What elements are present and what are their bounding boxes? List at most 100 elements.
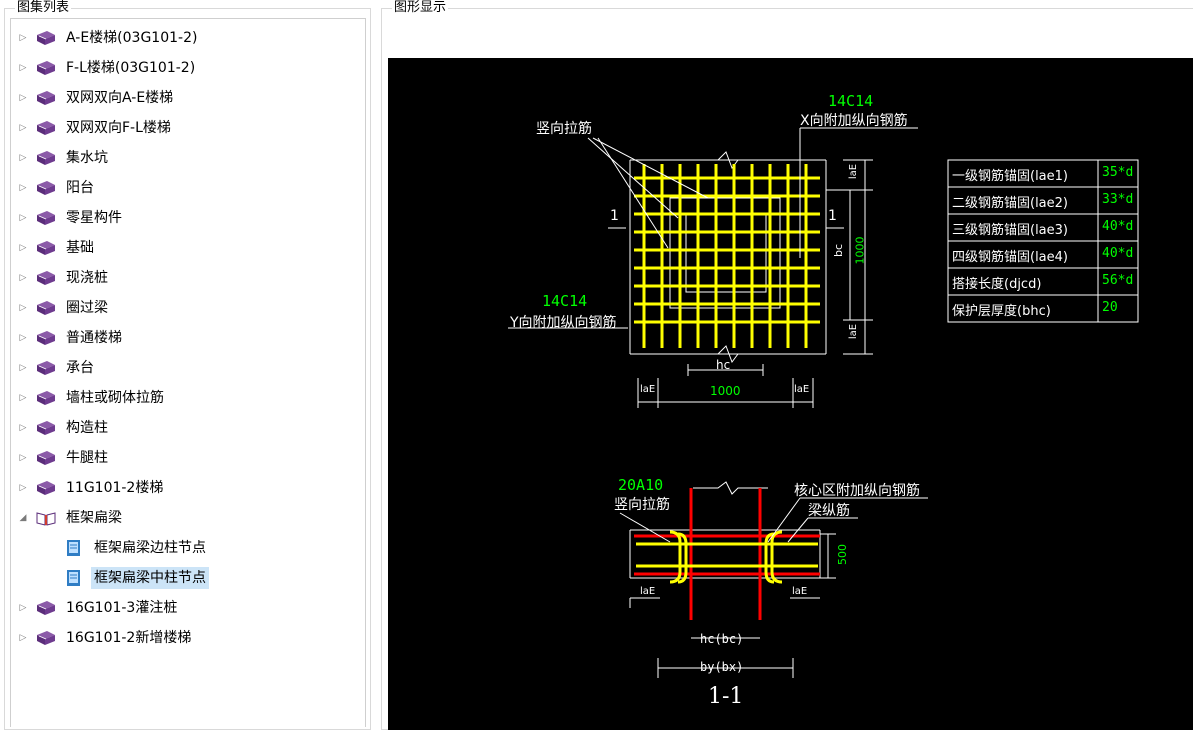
- book-icon: [35, 119, 57, 137]
- tree-item-label: 构造柱: [66, 420, 108, 436]
- param-value[interactable]: 20: [1102, 300, 1118, 315]
- expand-arrow-icon[interactable]: ▷: [17, 242, 29, 254]
- expand-arrow-icon[interactable]: ▷: [17, 332, 29, 344]
- book-icon: [35, 59, 57, 77]
- open-book-icon: [35, 509, 57, 527]
- expand-arrow-icon[interactable]: ▷: [17, 122, 29, 134]
- param-value[interactable]: 56*d: [1102, 273, 1133, 288]
- tree-item-label: 现浇桩: [66, 270, 108, 286]
- tree-item[interactable]: ▷ 构造柱: [17, 415, 111, 441]
- book-icon: [35, 299, 57, 317]
- expand-arrow-icon[interactable]: ▷: [17, 482, 29, 494]
- expanded-arrow-icon[interactable]: ◢: [17, 512, 29, 524]
- tree-item[interactable]: ▷ F-L楼梯(03G101-2): [17, 55, 198, 81]
- tree-item[interactable]: ▷ 双网双向F-L楼梯: [17, 115, 174, 141]
- dim-lae-left: laE: [640, 384, 656, 395]
- tree-item[interactable]: ▷ 牛腿柱: [17, 445, 111, 471]
- expand-arrow-icon[interactable]: ▷: [17, 422, 29, 434]
- tree-item[interactable]: ▷ 承台: [17, 355, 97, 381]
- book-icon: [35, 449, 57, 467]
- book-icon: [35, 179, 57, 197]
- tree-item-label: 零星构件: [66, 210, 122, 226]
- tree-item-label: 16G101-3灌注桩: [66, 600, 178, 616]
- param-table-grid: [947, 159, 1139, 323]
- drawing-file-icon: [65, 569, 83, 587]
- expand-arrow-icon[interactable]: ▷: [17, 272, 29, 284]
- x-bar-count-label: 14C14: [828, 92, 874, 110]
- vertical-tie-label: 竖向拉筋: [536, 121, 592, 137]
- expand-arrow-icon[interactable]: ▷: [17, 392, 29, 404]
- section-mark-left: 1: [610, 208, 619, 224]
- expand-arrow-icon[interactable]: ▷: [17, 32, 29, 44]
- expand-arrow-icon[interactable]: ▷: [17, 632, 29, 644]
- tree-item-label: 承台: [66, 360, 94, 376]
- expand-arrow-icon[interactable]: ▷: [17, 212, 29, 224]
- tree-item[interactable]: ▷ 基础: [17, 235, 97, 261]
- tree-item[interactable]: ◢ 框架扁梁: [17, 505, 125, 531]
- section-mark-right: 1: [828, 208, 837, 224]
- dim-hcbc: hc(bc): [700, 632, 744, 646]
- tree-item-label: 11G101-2楼梯: [66, 480, 164, 496]
- expand-arrow-icon[interactable]: ▷: [17, 182, 29, 194]
- expand-arrow-icon[interactable]: ▷: [17, 452, 29, 464]
- tree-item[interactable]: ▷ 11G101-2楼梯: [17, 475, 166, 501]
- tree-item-label: 框架扁梁: [66, 510, 122, 526]
- param-value[interactable]: 35*d: [1102, 165, 1133, 180]
- book-icon: [35, 419, 57, 437]
- param-value[interactable]: 40*d: [1102, 246, 1133, 261]
- tree-item[interactable]: ▷ 16G101-2新增楼梯: [17, 625, 194, 651]
- atlas-tree[interactable]: ▷ A-E楼梯(03G101-2) ▷ F-L楼梯(03G101-2) ▷ 双网双向A-E…: [10, 18, 366, 727]
- param-name: 四级钢筋锚固(lae4): [952, 250, 1068, 265]
- dim-lae-bottom: laE: [848, 323, 860, 340]
- dim-bc: bc: [832, 243, 846, 258]
- dim-hc: hc: [716, 358, 731, 372]
- dim-1000-horizontal: 1000: [710, 384, 741, 398]
- tree-item-label: 双网双向F-L楼梯: [66, 120, 171, 136]
- cad-canvas[interactable]: 竖向拉筋 14C14 X向附加纵向钢筋 1 1 14C14 Y向附加纵向钢筋 l…: [388, 58, 1193, 730]
- y-bar-count-label: 14C14: [542, 292, 588, 310]
- tree-item-label: 阳台: [66, 180, 94, 196]
- tree-item-label: 墙柱或砌体拉筋: [66, 390, 164, 406]
- tree-item[interactable]: ▷ 双网双向A-E楼梯: [17, 85, 176, 111]
- param-name: 三级钢筋锚固(lae3): [952, 223, 1068, 238]
- param-value[interactable]: 40*d: [1102, 219, 1133, 234]
- expand-arrow-icon[interactable]: ▷: [17, 362, 29, 374]
- tree-item[interactable]: ▷ 普通楼梯: [17, 325, 125, 351]
- dim-500: 500: [836, 544, 849, 565]
- book-icon: [35, 89, 57, 107]
- tree-item[interactable]: ▷ 集水坑: [17, 145, 111, 171]
- book-icon: [35, 329, 57, 347]
- expand-arrow-icon[interactable]: ▷: [17, 62, 29, 74]
- param-value[interactable]: 33*d: [1102, 192, 1133, 207]
- tree-item[interactable]: ▷ 16G101-3灌注桩: [17, 595, 180, 621]
- tree-item[interactable]: 框架扁梁边柱节点: [65, 535, 209, 561]
- tree-item[interactable]: ▷ A-E楼梯(03G101-2): [17, 25, 200, 51]
- dim-lae-right: laE: [794, 384, 810, 395]
- tree-item[interactable]: 框架扁梁中柱节点: [65, 565, 209, 591]
- tree-item[interactable]: ▷ 圈过梁: [17, 295, 111, 321]
- tree-item-label: 16G101-2新增楼梯: [66, 630, 192, 646]
- expand-arrow-icon[interactable]: ▷: [17, 92, 29, 104]
- tree-item-label: 普通楼梯: [66, 330, 122, 346]
- expand-arrow-icon[interactable]: ▷: [17, 152, 29, 164]
- param-name: 搭接长度(djcd): [952, 277, 1042, 292]
- core-bar-label: 核心区附加纵向钢筋: [794, 483, 920, 499]
- dim-1000-vertical: 1000: [853, 236, 867, 265]
- book-icon: [35, 479, 57, 497]
- tree-item[interactable]: ▷ 零星构件: [17, 205, 125, 231]
- tree-item[interactable]: ▷ 墙柱或砌体拉筋: [17, 385, 167, 411]
- drawing-file-icon: [65, 539, 83, 557]
- y-bar-desc-label: Y向附加纵向钢筋: [510, 315, 617, 331]
- book-icon: [35, 629, 57, 647]
- tree-item[interactable]: ▷ 现浇桩: [17, 265, 111, 291]
- tree-item-label: A-E楼梯(03G101-2): [66, 30, 198, 46]
- expand-arrow-icon[interactable]: ▷: [17, 602, 29, 614]
- tree-item-label: 框架扁梁边柱节点: [94, 540, 206, 556]
- param-name: 保护层厚度(bhc): [952, 304, 1051, 319]
- tree-item-label: 牛腿柱: [66, 450, 108, 466]
- book-icon: [35, 599, 57, 617]
- expand-arrow-icon[interactable]: ▷: [17, 302, 29, 314]
- tree-item[interactable]: ▷ 阳台: [17, 175, 97, 201]
- book-icon: [35, 149, 57, 167]
- bottom-tie-label: 竖向拉筋: [614, 497, 670, 513]
